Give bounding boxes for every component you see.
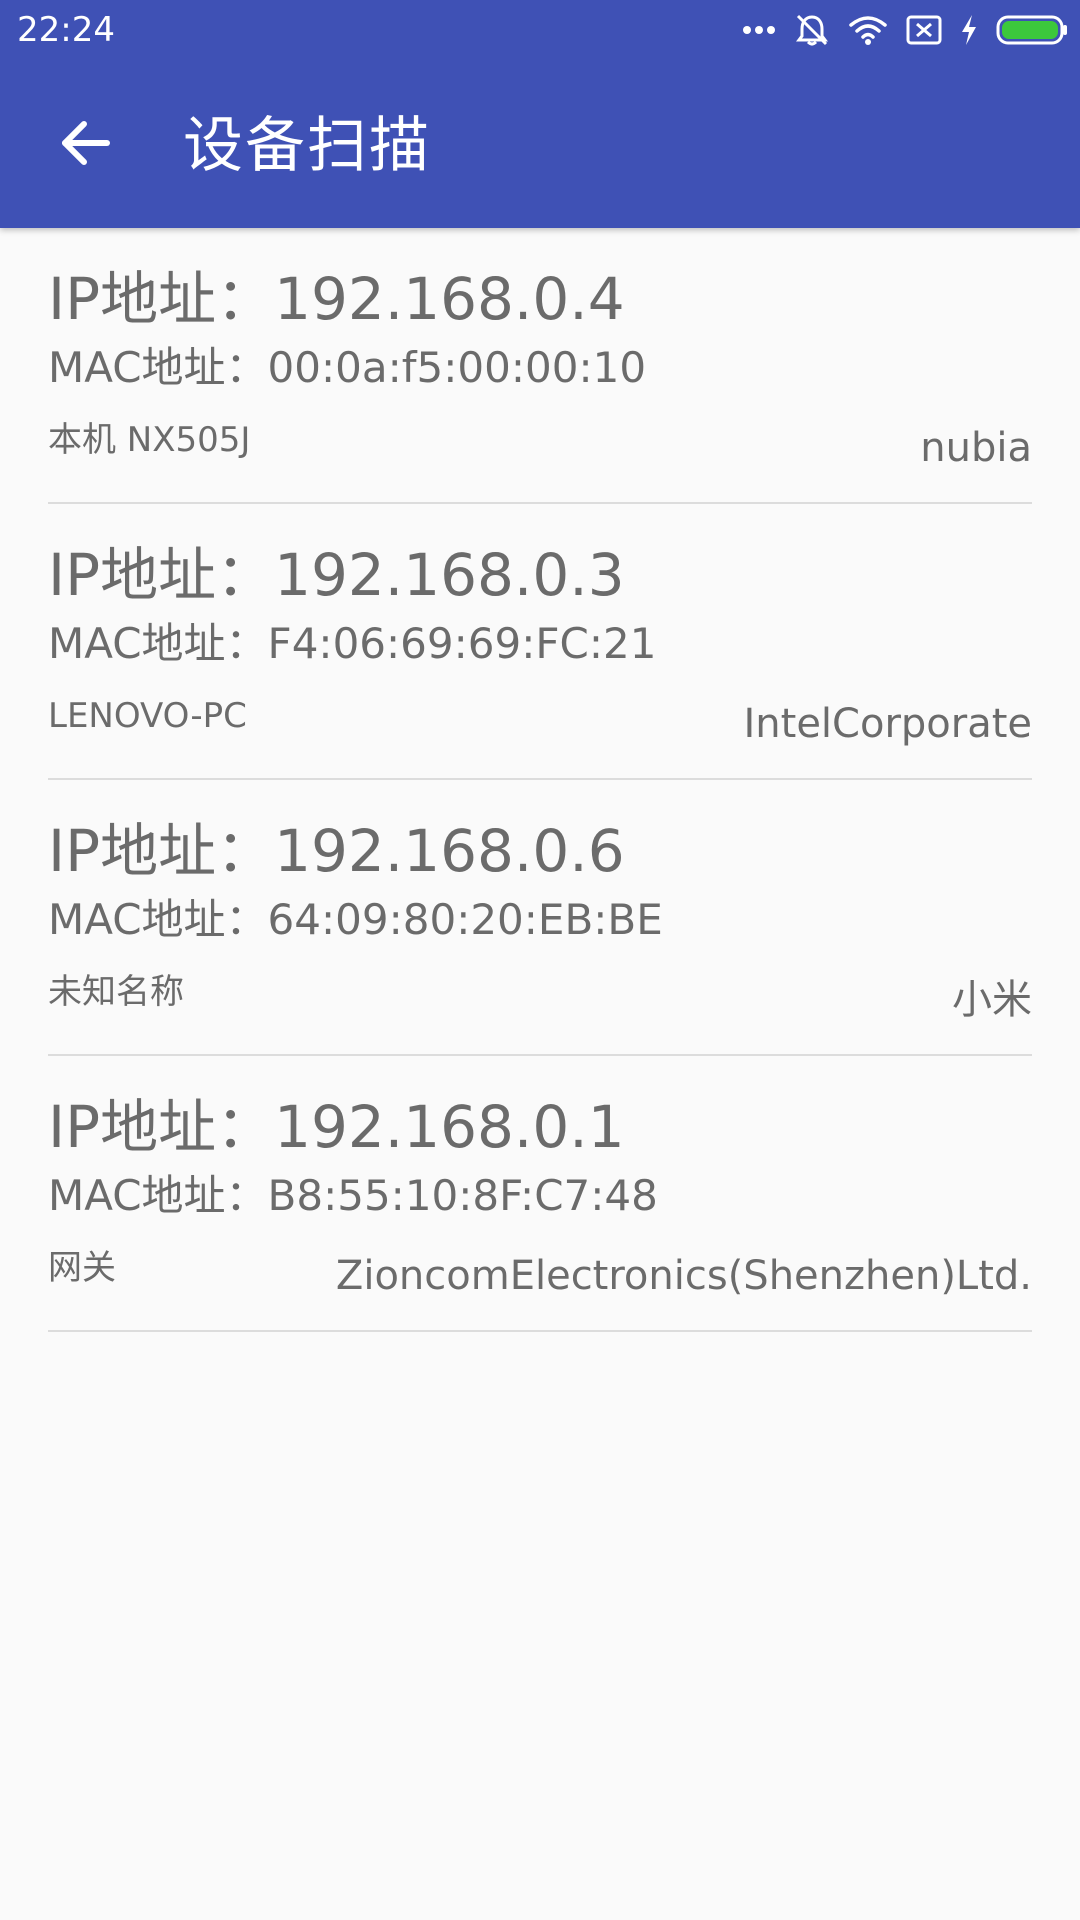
device-mac: MAC地址：B8:55:10:8F:C7:48: [48, 1171, 658, 1220]
app-bar: 22:24 设备扫描: [0, 0, 1080, 228]
device-mac: MAC地址：F4:06:69:69:FC:21: [48, 619, 657, 668]
device-ip: IP地址：192.168.0.4: [48, 265, 625, 333]
sim-off-icon: [906, 14, 942, 46]
back-button[interactable]: [40, 104, 130, 186]
status-time: 22:24: [17, 10, 115, 50]
device-item[interactable]: IP地址：192.168.0.3 MAC地址：F4:06:69:69:FC:21…: [0, 504, 1080, 780]
wifi-icon: [848, 14, 888, 46]
device-mac: MAC地址：64:09:80:20:EB:BE: [48, 895, 663, 944]
device-ip: IP地址：192.168.0.6: [48, 817, 625, 885]
alarm-off-icon: [794, 12, 830, 48]
device-name: 网关: [48, 1248, 116, 1288]
device-name: LENOVO-PC: [48, 696, 247, 736]
arrow-left-icon: [59, 120, 111, 170]
device-list: IP地址：192.168.0.4 MAC地址：00:0a:f5:00:00:10…: [0, 228, 1080, 1332]
charging-icon: [960, 14, 978, 46]
device-mac: MAC地址：00:0a:f5:00:00:10: [48, 343, 647, 392]
device-vendor: IntelCorporate: [743, 701, 1032, 747]
device-item[interactable]: IP地址：192.168.0.1 MAC地址：B8:55:10:8F:C7:48…: [0, 1056, 1080, 1332]
device-ip: IP地址：192.168.0.3: [48, 541, 625, 609]
device-item[interactable]: IP地址：192.168.0.4 MAC地址：00:0a:f5:00:00:10…: [0, 228, 1080, 504]
device-ip: IP地址：192.168.0.1: [48, 1093, 625, 1161]
device-vendor: 小米: [952, 977, 1032, 1023]
device-item[interactable]: IP地址：192.168.0.6 MAC地址：64:09:80:20:EB:BE…: [0, 780, 1080, 1056]
status-bar: 22:24: [0, 0, 1080, 60]
more-dots-icon: [742, 24, 776, 36]
page-title: 设备扫描: [183, 111, 431, 181]
battery-icon: [996, 15, 1068, 45]
device-name: 本机 NX505J: [48, 420, 251, 460]
device-vendor: ZioncomElectronics(Shenzhen)Ltd.: [335, 1253, 1032, 1299]
device-vendor: nubia: [920, 425, 1032, 471]
device-name: 未知名称: [48, 972, 184, 1012]
status-icons: [742, 10, 1068, 50]
divider: [48, 1330, 1032, 1332]
